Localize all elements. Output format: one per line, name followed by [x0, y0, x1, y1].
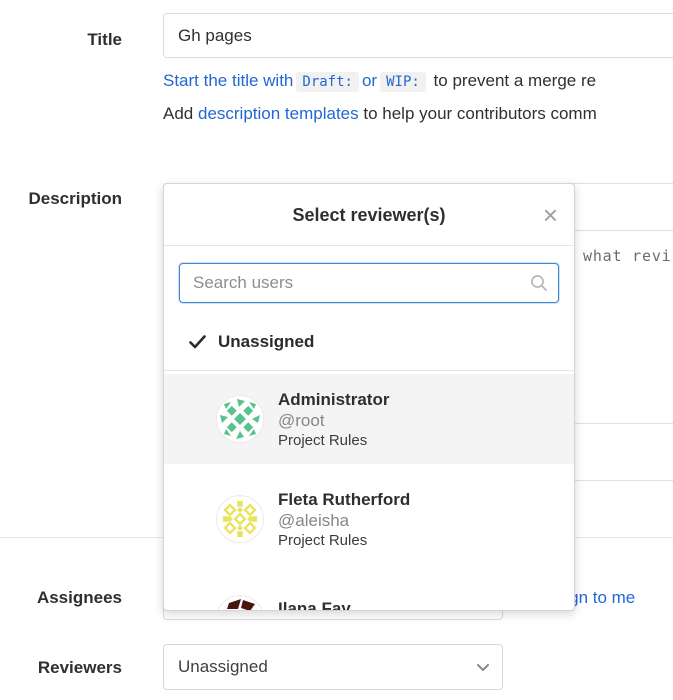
dropdown-divider: [164, 370, 574, 371]
reviewers-value: Unassigned: [178, 657, 268, 676]
hint-tail: to prevent a merge re: [434, 71, 597, 90]
user-option-ilana-fay[interactable]: Ilana Fay @ilana: [164, 574, 574, 611]
draft-code-chip: Draft:: [296, 72, 359, 92]
hint-or-text: or: [362, 71, 377, 90]
description-templates-hint: Add description templates to help your c…: [163, 104, 597, 124]
dropdown-title: Select reviewer(s): [164, 184, 574, 246]
user-option-fleta-rutherford[interactable]: Fleta Rutherford @aleisha Project Rules: [164, 474, 574, 564]
avatar-ilana: [216, 595, 264, 611]
user-username: @root: [278, 410, 389, 431]
search-field-wrap: [179, 263, 559, 303]
merge-request-form: Title Start the title withDraft:orWIP: t…: [0, 0, 673, 700]
title-input[interactable]: [163, 13, 673, 58]
user-name: Administrator: [278, 389, 389, 410]
check-icon: [189, 335, 206, 349]
hint-link-text: Start the title with: [163, 71, 293, 90]
avatar-administrator: [216, 395, 264, 443]
user-name: Ilana Fay: [278, 598, 351, 611]
reviewers-label: Reviewers: [0, 658, 122, 678]
user-list: Administrator @root Project Rules: [164, 374, 574, 611]
description-templates-link[interactable]: description templates: [198, 104, 359, 123]
user-name: Fleta Rutherford: [278, 489, 410, 510]
user-texts: Ilana Fay @ilana: [278, 598, 351, 611]
description-text-fragment: what revi: [583, 247, 671, 265]
search-icon: [530, 274, 548, 292]
hint2-lead: Add: [163, 104, 193, 123]
user-option-administrator[interactable]: Administrator @root Project Rules: [164, 374, 574, 464]
title-label: Title: [0, 30, 122, 50]
hint2-tail: to help your contributors comm: [363, 104, 596, 123]
chevron-down-icon: [477, 664, 489, 672]
unassigned-option[interactable]: Unassigned: [164, 324, 574, 360]
user-project: Project Rules: [278, 531, 410, 550]
user-texts: Administrator @root Project Rules: [278, 389, 389, 450]
dropdown-header: Select reviewer(s) ×: [164, 184, 574, 246]
user-project: Project Rules: [278, 431, 389, 450]
description-label: Description: [0, 189, 122, 209]
reviewers-dropdown[interactable]: Unassigned: [163, 644, 503, 690]
user-username: @aleisha: [278, 510, 410, 531]
close-icon[interactable]: ×: [543, 202, 558, 228]
draft-wip-link[interactable]: Start the title withDraft:orWIP:: [163, 71, 429, 90]
unassigned-label: Unassigned: [218, 332, 314, 352]
select-reviewers-dropdown: Select reviewer(s) × Unassigned: [163, 183, 575, 611]
user-texts: Fleta Rutherford @aleisha Project Rules: [278, 489, 410, 550]
assignees-label: Assignees: [0, 588, 122, 608]
wip-code-chip: WIP:: [380, 72, 426, 92]
search-users-input[interactable]: [179, 263, 559, 303]
title-hint: Start the title withDraft:orWIP: to prev…: [163, 71, 596, 91]
avatar-fleta: [216, 495, 264, 543]
